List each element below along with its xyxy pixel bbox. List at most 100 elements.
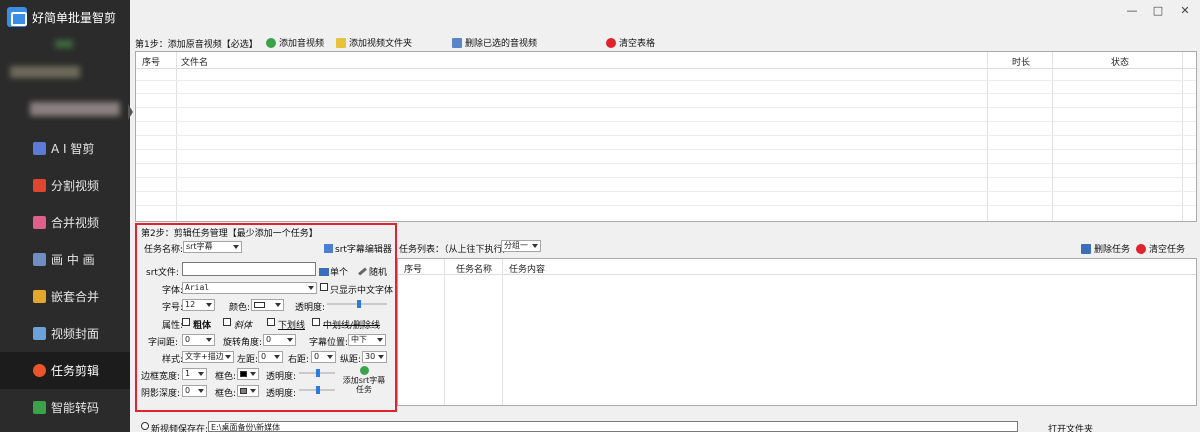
right-margin-select[interactable]: 0 — [311, 351, 336, 363]
sidebar-item-label: 画 中 画 — [51, 253, 95, 267]
add-task-label: 添加srt字幕任务 — [342, 376, 386, 394]
rotate-value: 0 — [266, 335, 272, 344]
sidebar-item-nested-merge[interactable]: 嵌套合并 — [0, 278, 130, 315]
open-folder-button[interactable]: 打开文件夹 — [1048, 422, 1093, 432]
shadow-color-swatch — [240, 388, 247, 394]
column-header-index: 序号 — [142, 58, 161, 68]
sidebar-item-label: 视频封面 — [51, 327, 100, 341]
spacing-select[interactable]: 0 — [182, 334, 215, 346]
add-srt-task-button[interactable]: 添加srt字幕任务 — [339, 366, 389, 399]
style-label: 样式: — [162, 355, 184, 365]
sidebar-item-merge-video[interactable]: 合并视频 — [0, 204, 130, 241]
srt-editor-label: srt字幕编辑器 — [335, 245, 392, 255]
shadow-depth-select[interactable]: 0 — [182, 385, 207, 397]
slider-thumb[interactable] — [357, 300, 361, 308]
nested-merge-icon — [33, 290, 46, 303]
text-opacity-slider[interactable] — [327, 300, 387, 308]
clear-task-button[interactable]: 清空任务 — [1136, 242, 1185, 255]
attributes-label: 属性: — [162, 321, 184, 331]
single-file-button[interactable]: 单个 — [319, 265, 348, 278]
slider-thumb[interactable] — [316, 386, 320, 394]
clear-icon — [1136, 243, 1146, 254]
add-av-button[interactable]: 添加音视频 — [266, 36, 324, 49]
task-edit-icon — [33, 364, 46, 377]
clear-task-label: 清空任务 — [1149, 245, 1186, 255]
srt-editor-button[interactable]: srt字幕编辑器 — [324, 242, 392, 255]
column-divider — [502, 259, 503, 405]
row-divider — [136, 107, 1196, 108]
save-path-input[interactable]: E:\桌面备份\新媒体 — [208, 421, 1018, 432]
slider-thumb[interactable] — [316, 369, 320, 377]
border-color-swatch — [240, 371, 247, 377]
task-config-panel: 第2步：剪辑任务管理【最少添加一个任务】 任务名称: srt字幕 srt字幕编辑… — [135, 223, 397, 412]
position-select[interactable]: 中下 — [348, 334, 386, 346]
group-value: 分组一 — [504, 241, 528, 250]
sidebar-item-ai-edit[interactable]: A I 智剪 — [0, 130, 130, 167]
shadow-color-picker[interactable] — [237, 385, 259, 397]
size-value: 12 — [185, 300, 196, 309]
underline-checkbox[interactable] — [267, 318, 275, 326]
sidebar-item-label: A I 智剪 — [51, 142, 95, 156]
chevron-down-icon — [250, 389, 256, 393]
text-opacity-label: 透明度: — [295, 303, 326, 313]
clear-icon — [606, 37, 616, 48]
row-divider — [136, 191, 1196, 192]
add-folder-label: 添加视频文件夹 — [349, 39, 413, 49]
file-table[interactable]: 序号 文件名 时长 状态 — [135, 51, 1197, 222]
border-width-value: 1 — [185, 369, 191, 378]
only-chinese-checkbox[interactable] — [320, 283, 328, 291]
bold-checkbox[interactable] — [182, 318, 190, 326]
save-location-radio[interactable] — [141, 422, 149, 430]
srt-file-input[interactable] — [182, 262, 316, 276]
text-color-swatch — [254, 302, 265, 308]
shadow-depth-label: 阴影深度: — [141, 389, 181, 399]
step2-title: 第2步：剪辑任务管理【最少添加一个任务】 — [141, 229, 318, 239]
shadow-depth-value: 0 — [185, 386, 191, 395]
random-file-button[interactable]: 随机 — [358, 265, 387, 278]
sidebar-item-split-video[interactable]: 分割视频 — [0, 167, 130, 204]
strike-checkbox[interactable] — [312, 318, 320, 326]
sidebar-item-video-cover[interactable]: 视频封面 — [0, 315, 130, 352]
sidebar-item-label: 合并视频 — [51, 216, 100, 230]
shadow-opacity-label: 透明度: — [266, 389, 297, 399]
task-name-select[interactable]: srt字幕 — [183, 241, 242, 253]
chevron-down-icon — [233, 245, 239, 249]
clear-table-button[interactable]: 清空表格 — [606, 36, 655, 49]
delete-task-button[interactable]: 删除任务 — [1081, 242, 1130, 255]
vertical-margin-select[interactable]: 30 — [362, 351, 387, 363]
vertical-margin-label: 纵距: — [340, 355, 362, 365]
border-width-select[interactable]: 1 — [182, 368, 207, 380]
sidebar-item-smart-transcode[interactable]: 智能转码 — [0, 389, 130, 426]
shadow-opacity-slider[interactable] — [299, 386, 335, 394]
left-margin-label: 左距: — [237, 355, 259, 365]
srt-editor-icon — [324, 244, 333, 253]
font-select[interactable]: Arial — [182, 282, 317, 294]
maximize-button[interactable]: □ — [1152, 5, 1164, 17]
sidebar-collapse-handle[interactable] — [128, 104, 133, 120]
group-select[interactable]: 分组一 — [501, 240, 541, 252]
task-table[interactable]: 序号 任务名称 任务内容 — [397, 258, 1197, 406]
left-margin-select[interactable]: 0 — [258, 351, 283, 363]
column-header-task-name: 任务名称 — [456, 265, 493, 275]
vertical-margin-value: 30 — [365, 352, 376, 361]
rotate-select[interactable]: 0 — [263, 334, 296, 346]
minimize-button[interactable]: — — [1126, 5, 1138, 17]
row-divider — [136, 121, 1196, 122]
close-button[interactable]: ✕ — [1179, 5, 1191, 17]
border-color-picker[interactable] — [237, 368, 259, 380]
text-color-picker[interactable] — [251, 299, 284, 311]
style-select[interactable]: 文字+描边 — [182, 351, 234, 363]
delete-task-icon — [1081, 243, 1091, 254]
split-video-icon — [33, 179, 46, 192]
chevron-down-icon — [377, 338, 383, 342]
size-select[interactable]: 12 — [182, 299, 215, 311]
italic-checkbox[interactable] — [223, 318, 231, 326]
delete-selected-button[interactable]: 删除已选的音视频 — [452, 36, 537, 49]
sidebar-item-task-edit[interactable]: 任务剪辑 — [0, 352, 130, 389]
row-divider — [136, 149, 1196, 150]
border-opacity-slider[interactable] — [299, 369, 335, 377]
user-name-blur — [10, 66, 80, 78]
single-file-icon — [319, 267, 329, 276]
add-folder-button[interactable]: 添加视频文件夹 — [336, 36, 412, 49]
sidebar-item-picture-in-picture[interactable]: 画 中 画 — [0, 241, 130, 278]
